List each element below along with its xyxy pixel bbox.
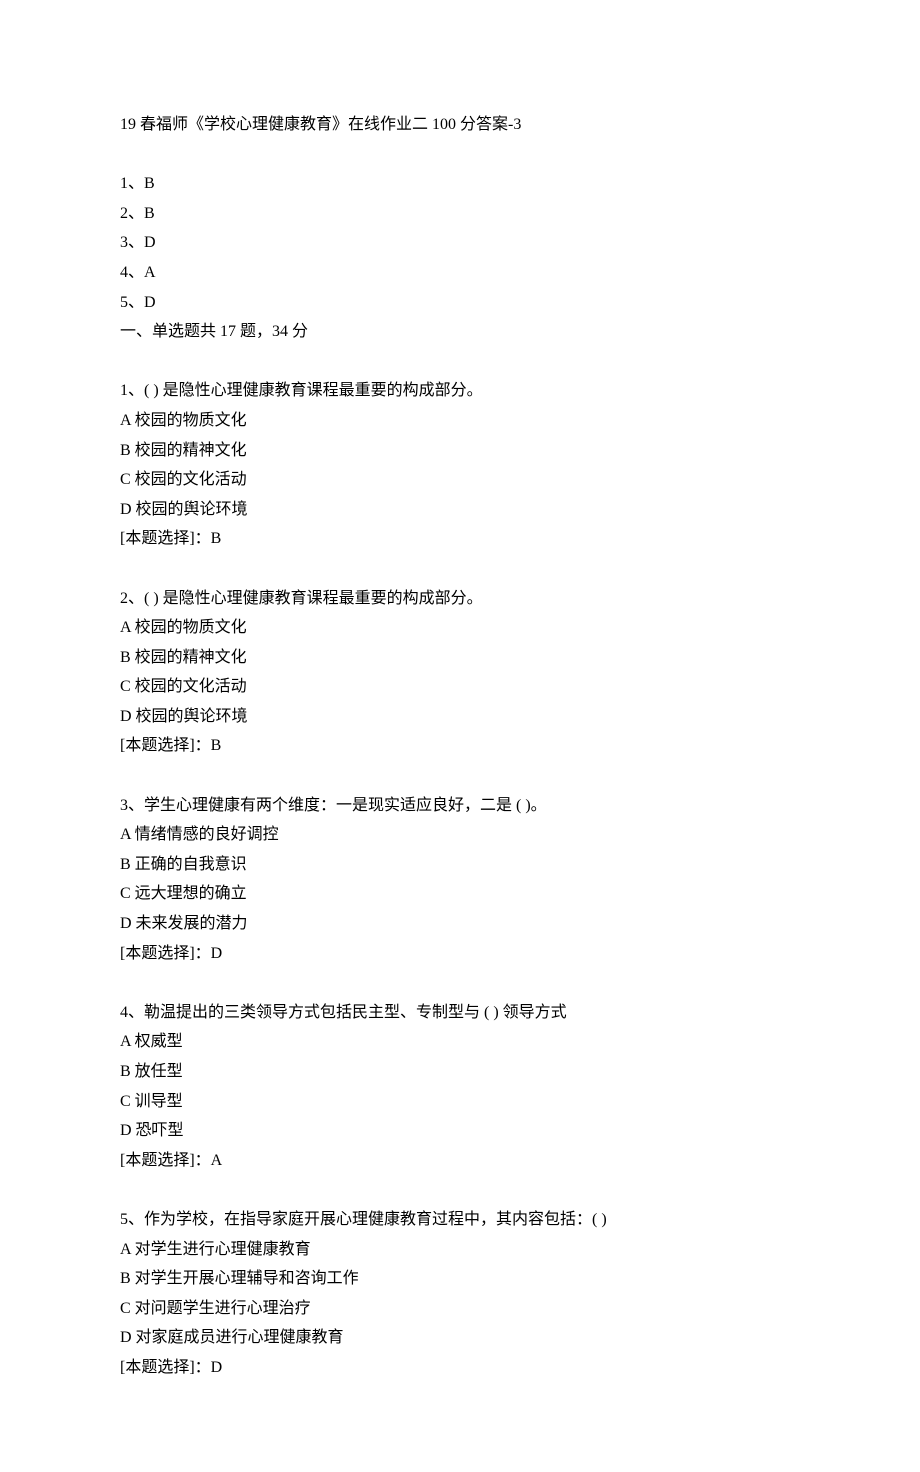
answer-letter: A — [144, 264, 156, 281]
answer-num: 2、 — [120, 205, 144, 222]
question-block: 3、学生心理健康有两个维度：一是现实适应良好，二是 ( )。 A 情绪情感的良好… — [120, 791, 800, 969]
question-stem: 4、勒温提出的三类领导方式包括民主型、专制型与 ( ) 领导方式 — [120, 998, 800, 1028]
quick-answer-item: 3、D — [120, 228, 800, 258]
question-option: A 对学生进行心理健康教育 — [120, 1235, 800, 1265]
quick-answer-item: 2、B — [120, 199, 800, 229]
section-header: 一、单选题共 17 题，34 分 — [120, 317, 800, 347]
question-answer: [本题选择]：A — [120, 1146, 800, 1176]
quick-answer-item: 4、A — [120, 258, 800, 288]
question-block: 4、勒温提出的三类领导方式包括民主型、专制型与 ( ) 领导方式 A 权威型 B… — [120, 998, 800, 1176]
question-stem: 2、( ) 是隐性心理健康教育课程最重要的构成部分。 — [120, 584, 800, 614]
question-option: A 校园的物质文化 — [120, 406, 800, 436]
quick-answer-item: 1、B — [120, 169, 800, 199]
question-stem: 5、作为学校，在指导家庭开展心理健康教育过程中，其内容包括：( ) — [120, 1205, 800, 1235]
question-option: C 校园的文化活动 — [120, 672, 800, 702]
question-block: 5、作为学校，在指导家庭开展心理健康教育过程中，其内容包括：( ) A 对学生进… — [120, 1205, 800, 1383]
question-option: C 校园的文化活动 — [120, 465, 800, 495]
question-option: B 校园的精神文化 — [120, 643, 800, 673]
question-option: B 校园的精神文化 — [120, 436, 800, 466]
question-answer: [本题选择]：B — [120, 524, 800, 554]
question-option: C 对问题学生进行心理治疗 — [120, 1294, 800, 1324]
answer-letter: D — [144, 294, 156, 311]
question-option: A 校园的物质文化 — [120, 613, 800, 643]
quick-answer-list: 1、B 2、B 3、D 4、A 5、D — [120, 169, 800, 317]
question-option: C 训导型 — [120, 1087, 800, 1117]
question-stem: 1、( ) 是隐性心理健康教育课程最重要的构成部分。 — [120, 376, 800, 406]
question-option: D 恐吓型 — [120, 1116, 800, 1146]
answer-num: 3、 — [120, 234, 144, 251]
answer-letter: B — [144, 205, 155, 222]
question-option: A 情绪情感的良好调控 — [120, 820, 800, 850]
answer-letter: B — [144, 175, 155, 192]
answer-num: 5、 — [120, 294, 144, 311]
question-option: D 未来发展的潜力 — [120, 909, 800, 939]
document-title: 19 春福师《学校心理健康教育》在线作业二 100 分答案-3 — [120, 110, 800, 140]
question-stem: 3、学生心理健康有两个维度：一是现实适应良好，二是 ( )。 — [120, 791, 800, 821]
answer-letter: D — [144, 234, 156, 251]
question-block: 1、( ) 是隐性心理健康教育课程最重要的构成部分。 A 校园的物质文化 B 校… — [120, 376, 800, 554]
question-option: D 对家庭成员进行心理健康教育 — [120, 1323, 800, 1353]
question-answer: [本题选择]：D — [120, 1353, 800, 1383]
question-option: B 正确的自我意识 — [120, 850, 800, 880]
quick-answer-item: 5、D — [120, 288, 800, 318]
question-option: A 权威型 — [120, 1027, 800, 1057]
answer-num: 4、 — [120, 264, 144, 281]
question-option: B 放任型 — [120, 1057, 800, 1087]
question-option: C 远大理想的确立 — [120, 879, 800, 909]
question-block: 2、( ) 是隐性心理健康教育课程最重要的构成部分。 A 校园的物质文化 B 校… — [120, 584, 800, 762]
question-option: D 校园的舆论环境 — [120, 702, 800, 732]
answer-num: 1、 — [120, 175, 144, 192]
question-option: B 对学生开展心理辅导和咨询工作 — [120, 1264, 800, 1294]
question-answer: [本题选择]：B — [120, 731, 800, 761]
question-answer: [本题选择]：D — [120, 939, 800, 969]
question-option: D 校园的舆论环境 — [120, 495, 800, 525]
